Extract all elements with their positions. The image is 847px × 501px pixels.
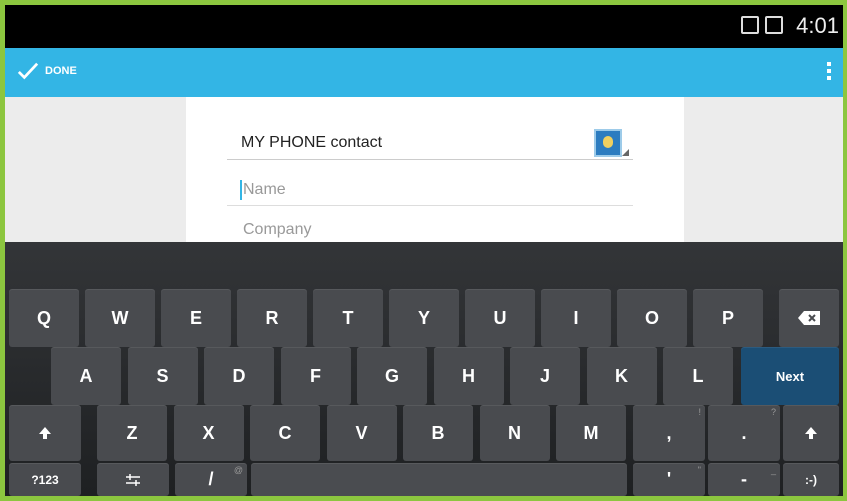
- key-dash[interactable]: - _: [708, 463, 780, 496]
- status-bar: 4:01: [5, 5, 843, 48]
- name-input[interactable]: [241, 175, 625, 205]
- key-e[interactable]: E: [161, 289, 231, 347]
- key-apostrophe[interactable]: ' ": [633, 463, 705, 496]
- notification-icon: [741, 16, 759, 34]
- key-x[interactable]: X: [173, 405, 244, 461]
- key-i[interactable]: I: [541, 289, 611, 347]
- key-slash-label: /: [208, 469, 214, 489]
- key-symbols[interactable]: ?123: [9, 463, 81, 496]
- key-u[interactable]: U: [465, 289, 535, 347]
- done-label: DONE: [45, 65, 77, 77]
- action-bar: DONE: [5, 48, 843, 97]
- name-field[interactable]: [227, 173, 633, 206]
- key-comma[interactable]: , !: [633, 405, 705, 461]
- key-slash[interactable]: / @: [175, 463, 247, 496]
- status-icons: [741, 16, 783, 34]
- hint-apostrophe: ": [697, 465, 701, 475]
- soft-keyboard: QWERTYUIOPASDFGHJKLZXCVBNM Next , ! . ? …: [5, 242, 843, 496]
- key-y[interactable]: Y: [389, 289, 459, 347]
- shift-arrow-icon: [39, 427, 51, 439]
- backspace-icon: [798, 311, 820, 325]
- key-shift-right[interactable]: [783, 405, 839, 461]
- tablet-screen: 4:01 DONE MY PHONE contact QWERTYUIOP ASD…: [5, 5, 843, 496]
- done-button[interactable]: DONE: [17, 60, 77, 82]
- settings-sliders-icon: [126, 473, 140, 486]
- shift-arrow-icon: [805, 427, 817, 439]
- key-j[interactable]: J: [510, 347, 580, 405]
- key-settings[interactable]: [97, 463, 169, 496]
- key-s[interactable]: S: [127, 347, 198, 405]
- key-shift-left[interactable]: [9, 405, 81, 461]
- hint-dash: _: [770, 465, 776, 475]
- key-o[interactable]: O: [617, 289, 687, 347]
- key-period-label: .: [741, 422, 747, 443]
- key-comma-label: ,: [666, 422, 672, 443]
- status-clock: 4:01: [796, 13, 839, 38]
- key-smiley[interactable]: :-): [783, 463, 839, 496]
- key-backspace[interactable]: [779, 289, 839, 347]
- key-n[interactable]: N: [479, 405, 550, 461]
- screenshot-icon: [765, 16, 783, 34]
- contact-photo-icon[interactable]: [594, 129, 622, 157]
- key-dash-label: -: [741, 469, 747, 489]
- checkmark-icon: [17, 62, 39, 80]
- key-p[interactable]: P: [693, 289, 763, 347]
- hint-slash: @: [233, 465, 243, 475]
- key-f[interactable]: F: [280, 347, 351, 405]
- key-k[interactable]: K: [586, 347, 657, 405]
- key-a[interactable]: A: [51, 347, 121, 405]
- hint-period: ?: [770, 407, 776, 417]
- key-g[interactable]: G: [357, 347, 427, 405]
- account-label: MY PHONE contact: [241, 134, 383, 151]
- hint-comma: !: [698, 407, 701, 417]
- key-z[interactable]: Z: [97, 405, 167, 461]
- company-input[interactable]: [241, 215, 625, 245]
- account-selector[interactable]: MY PHONE contact: [227, 127, 633, 160]
- key-r[interactable]: R: [237, 289, 307, 347]
- key-b[interactable]: B: [403, 405, 473, 461]
- dropdown-corner-icon: [622, 149, 629, 156]
- key-d[interactable]: D: [204, 347, 274, 405]
- key-w[interactable]: W: [85, 289, 155, 347]
- contact-form: MY PHONE contact: [186, 97, 684, 247]
- key-space[interactable]: [251, 463, 627, 496]
- key-h[interactable]: H: [433, 347, 504, 405]
- overflow-menu-icon[interactable]: [827, 62, 833, 80]
- key-m[interactable]: M: [556, 405, 626, 461]
- key-period[interactable]: . ?: [708, 405, 780, 461]
- key-v[interactable]: V: [326, 405, 397, 461]
- key-apostrophe-label: ': [666, 469, 672, 489]
- key-l[interactable]: L: [663, 347, 733, 405]
- text-cursor: [240, 180, 242, 200]
- key-next[interactable]: Next: [741, 347, 839, 405]
- key-q[interactable]: Q: [9, 289, 79, 347]
- key-t[interactable]: T: [313, 289, 383, 347]
- key-c[interactable]: C: [250, 405, 320, 461]
